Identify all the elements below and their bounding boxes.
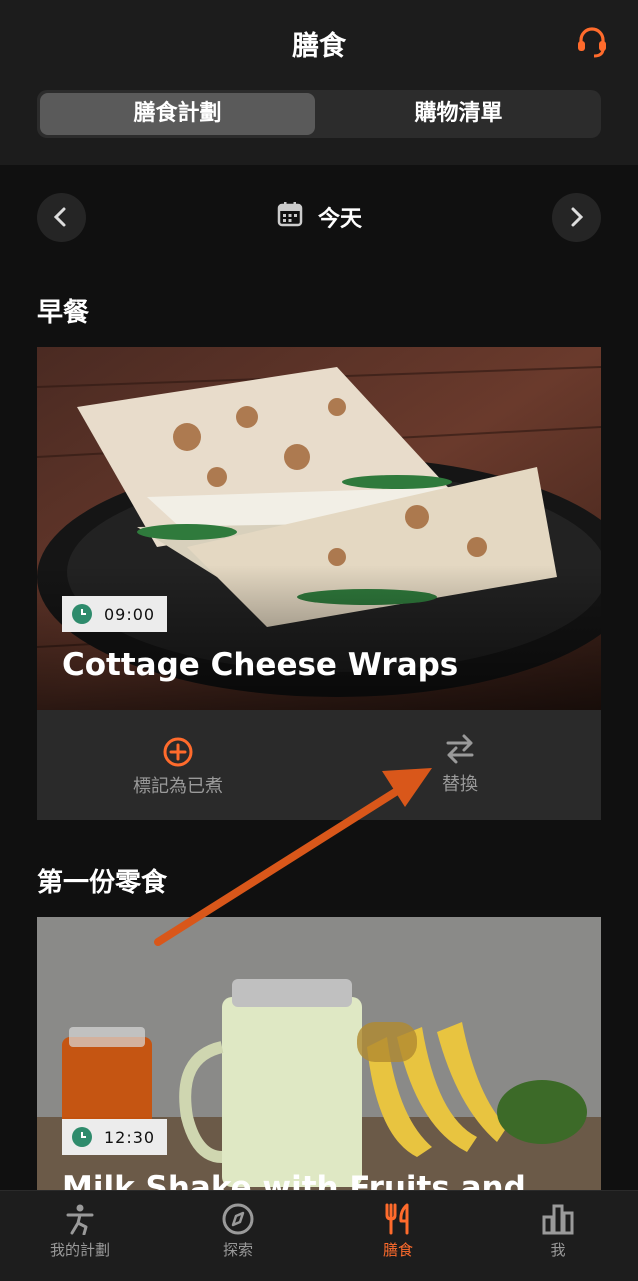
nav-item-meals[interactable]: 膳食 bbox=[338, 1203, 458, 1260]
meal-card-breakfast[interactable]: 09:00 Cottage Cheese Wraps 標記為已煮 替換 bbox=[37, 347, 601, 820]
meal-name[interactable]: Cottage Cheese Wraps bbox=[62, 647, 458, 683]
plus-circle-icon bbox=[163, 737, 193, 767]
section-title-first-snack: 第一份零食 bbox=[37, 868, 168, 898]
calendar-icon bbox=[276, 200, 304, 234]
meal-actions: 標記為已煮 替換 bbox=[37, 710, 601, 820]
meal-time: 12:30 bbox=[104, 1127, 156, 1147]
time-badge: 12:30 bbox=[62, 1119, 168, 1155]
chevron-right-icon bbox=[571, 207, 584, 227]
nav-item-me[interactable]: 我 bbox=[498, 1203, 618, 1260]
swap-arrows-icon bbox=[446, 734, 474, 764]
nav-item-my-plan[interactable]: 我的計劃 bbox=[20, 1203, 140, 1260]
mark-cooked-button[interactable]: 標記為已煮 bbox=[37, 736, 319, 798]
compass-icon bbox=[222, 1203, 254, 1235]
nav-label: 膳食 bbox=[382, 1241, 413, 1259]
headset-support-icon[interactable] bbox=[574, 24, 610, 60]
replace-button[interactable]: 替換 bbox=[319, 732, 601, 796]
nav-label: 探索 bbox=[222, 1241, 253, 1259]
tab-meal-plan[interactable]: 膳食計劃 bbox=[40, 93, 315, 135]
meal-time: 09:00 bbox=[104, 604, 156, 624]
meal-card-first-snack[interactable]: 12:30 Milk Shake with Fruits and bbox=[37, 917, 601, 1190]
date-label[interactable]: 今天 bbox=[318, 207, 362, 232]
mark-cooked-label: 標記為已煮 bbox=[133, 776, 223, 797]
section-title-breakfast: 早餐 bbox=[37, 298, 90, 328]
meal-name[interactable]: Milk Shake with Fruits and bbox=[62, 1170, 526, 1190]
date-label-group: 今天 bbox=[0, 200, 638, 234]
clock-icon bbox=[72, 604, 92, 624]
clock-icon bbox=[72, 1127, 92, 1147]
date-navigator: 今天 bbox=[0, 190, 638, 246]
page-title: 膳食 bbox=[292, 31, 346, 62]
next-day-button[interactable] bbox=[552, 193, 601, 242]
bottom-navigation: 我的計劃 探索 膳食 我 bbox=[0, 1190, 638, 1281]
nav-label: 我 bbox=[550, 1241, 566, 1259]
nav-item-explore[interactable]: 探索 bbox=[178, 1203, 298, 1260]
fitness-person-icon bbox=[66, 1204, 94, 1235]
time-badge: 09:00 bbox=[62, 596, 168, 632]
bar-chart-icon bbox=[542, 1204, 574, 1235]
tab-shopping-list[interactable]: 購物清單 bbox=[319, 93, 598, 135]
replace-label: 替換 bbox=[442, 774, 478, 795]
top-bar: 膳食 膳食計劃 購物清單 bbox=[0, 0, 638, 165]
fork-knife-icon bbox=[385, 1203, 409, 1235]
segmented-control: 膳食計劃 購物清單 bbox=[37, 90, 601, 138]
nav-label: 我的計劃 bbox=[49, 1241, 110, 1259]
